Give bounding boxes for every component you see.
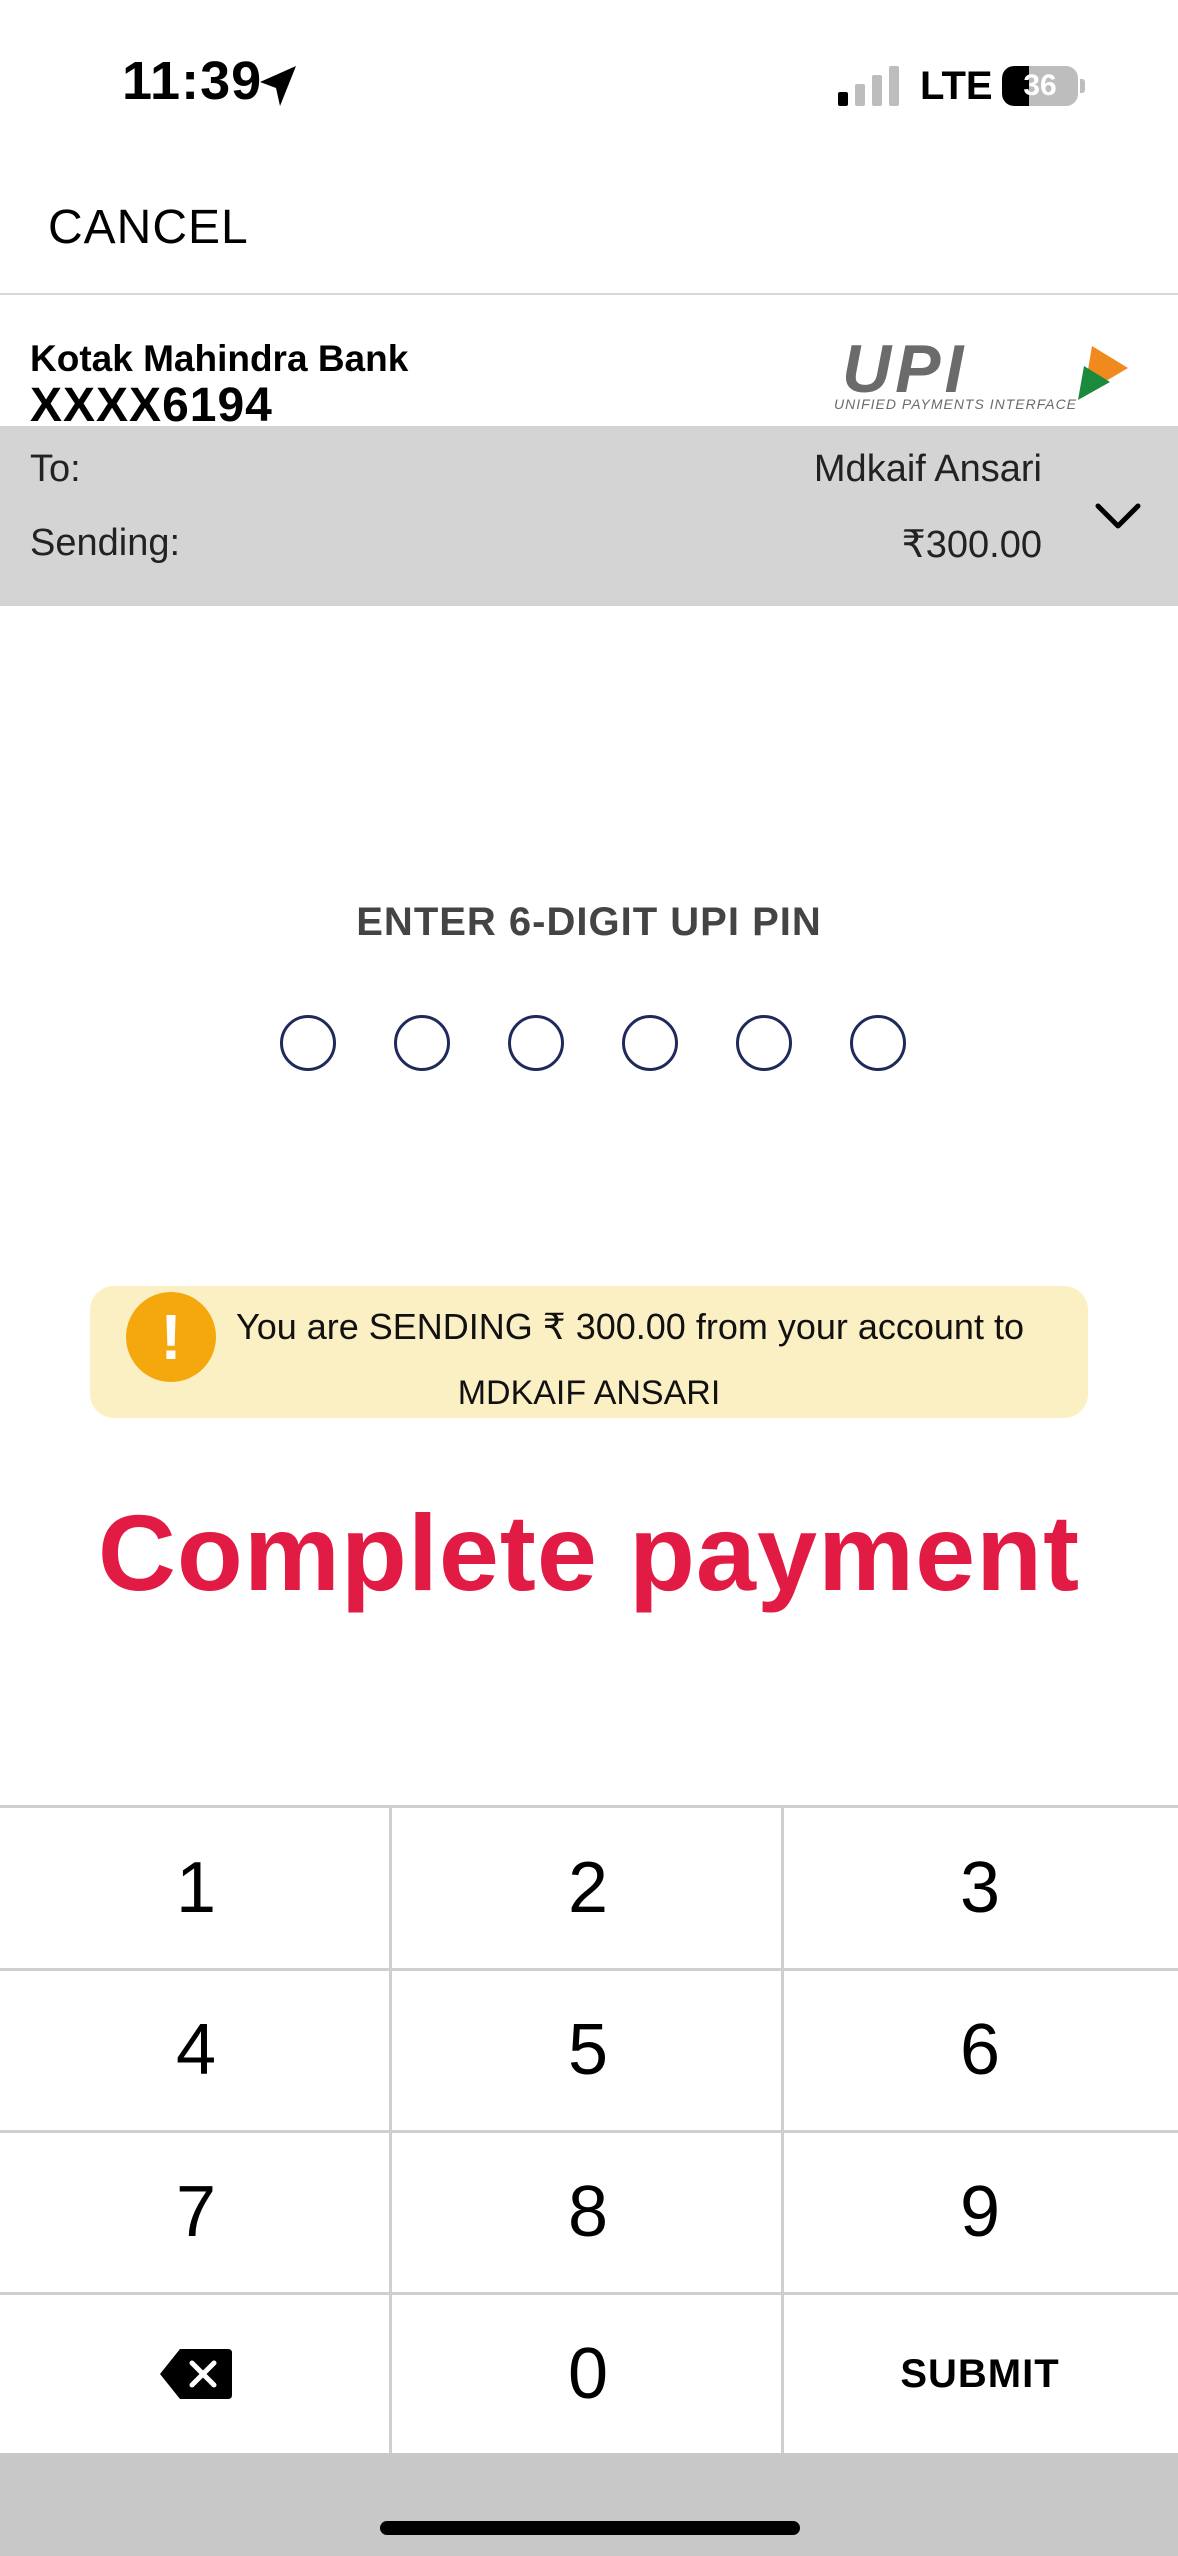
payee-name: Mdkaif Ansari [813, 448, 1042, 490]
warning-text-line2: MDKAIF ANSARI [457, 1374, 721, 1412]
submit-label: SUBMIT [900, 2351, 1060, 2396]
home-indicator[interactable] [380, 2521, 800, 2535]
submit-button[interactable]: SUBMIT [784, 2294, 1176, 2454]
sending-label: Sending: [30, 522, 181, 564]
bank-name: Kotak Mahindra Bank [30, 338, 409, 379]
key-4[interactable]: 4 [0, 1970, 392, 2130]
pin-digit-circle [736, 1015, 792, 1071]
cellular-signal-icon [838, 66, 899, 106]
key-0[interactable]: 0 [392, 2294, 784, 2454]
network-type: LTE [920, 64, 993, 108]
key-8[interactable]: 8 [392, 2132, 784, 2292]
warning-text-line1: You are SENDING ₹ 300.00 from your accou… [236, 1306, 1024, 1347]
pin-digit-circle [394, 1015, 450, 1071]
pin-digit-circle [850, 1015, 906, 1071]
backspace-icon [160, 2349, 232, 2399]
sending-amount: ₹300.00 [901, 524, 1042, 566]
pin-title: ENTER 6-DIGIT UPI PIN [356, 900, 822, 944]
location-arrow-icon [260, 66, 296, 106]
pin-input[interactable] [280, 1015, 910, 1071]
battery-percent: 36 [1023, 69, 1057, 102]
key-3[interactable]: 3 [784, 1808, 1176, 1968]
battery-icon: 36 [1002, 66, 1085, 106]
warning-banner: ! You are SENDING ₹ 300.00 from your acc… [90, 1286, 1088, 1418]
header-divider [0, 293, 1178, 295]
key-5[interactable]: 5 [392, 1970, 784, 2130]
home-bar-area [0, 2453, 1178, 2556]
account-number: XXXX6194 [30, 379, 273, 432]
key-9[interactable]: 9 [784, 2132, 1176, 2292]
to-label: To: [30, 448, 81, 490]
numeric-keypad: 1 2 3 4 5 6 7 8 9 0 SUBMIT [0, 1805, 1178, 2456]
payment-details-bar[interactable]: To: Mdkaif Ansari Sending: ₹300.00 [0, 426, 1178, 606]
key-2[interactable]: 2 [392, 1808, 784, 1968]
key-7[interactable]: 7 [0, 2132, 392, 2292]
warning-icon: ! [126, 1292, 216, 1382]
cancel-button[interactable]: CANCEL [48, 200, 249, 255]
backspace-button[interactable] [0, 2294, 392, 2454]
pin-digit-circle [622, 1015, 678, 1071]
complete-payment-text: Complete payment [97, 1492, 1081, 1613]
status-bar: 11:39 LTE 36 [0, 0, 1178, 170]
status-time: 11:39 [122, 51, 263, 111]
key-1[interactable]: 1 [0, 1808, 392, 1968]
upi-logo-subtitle: UNIFIED PAYMENTS INTERFACE [834, 396, 1077, 412]
pin-digit-circle [508, 1015, 564, 1071]
key-6[interactable]: 6 [784, 1970, 1176, 2130]
upi-logo: UPI UNIFIED PAYMENTS INTERFACE [834, 342, 1128, 412]
pin-digit-circle [280, 1015, 336, 1071]
chevron-down-icon[interactable] [1092, 498, 1144, 534]
